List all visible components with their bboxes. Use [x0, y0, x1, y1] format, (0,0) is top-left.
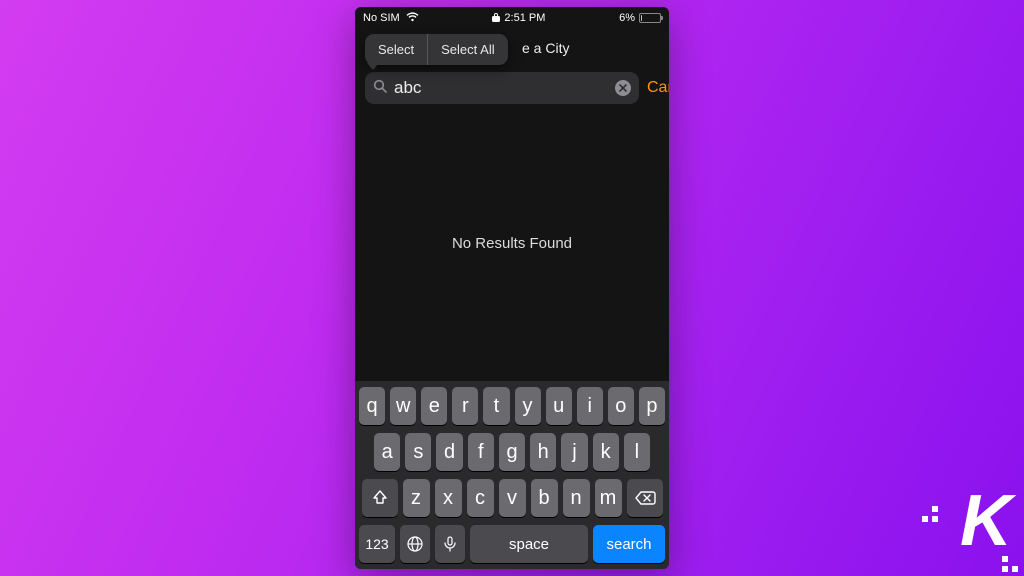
keyboard-row-bottom: 123 space search [359, 525, 665, 563]
search-row: Cancel [355, 69, 669, 107]
key-z[interactable]: z [403, 479, 430, 517]
status-bar: No SIM 2:51 PM 6% [355, 7, 669, 29]
no-results-label: No Results Found [452, 235, 572, 252]
keyboard-row-3: zxcvbnm [359, 479, 665, 517]
key-y[interactable]: y [515, 387, 541, 425]
keyboard-row-1: qwertyuiop [359, 387, 665, 425]
space-key[interactable]: space [470, 525, 588, 563]
key-e[interactable]: e [421, 387, 447, 425]
key-l[interactable]: l [624, 433, 650, 471]
cancel-button[interactable]: Cancel [647, 79, 669, 97]
backspace-key[interactable] [627, 479, 663, 517]
keyboard-row-2: asdfghjkl [359, 433, 665, 471]
key-a[interactable]: a [374, 433, 400, 471]
clear-search-icon[interactable] [615, 80, 631, 96]
site-logo: K [960, 480, 1008, 562]
key-p[interactable]: p [639, 387, 665, 425]
numbers-key[interactable]: 123 [359, 525, 395, 563]
battery-percent: 6% [619, 12, 635, 24]
key-x[interactable]: x [435, 479, 462, 517]
text-selection-popover: Select Select All [365, 34, 508, 65]
key-t[interactable]: t [483, 387, 509, 425]
dictation-key[interactable] [435, 525, 465, 563]
header: e a City Select Select All [355, 29, 669, 69]
battery-icon [639, 13, 661, 23]
key-h[interactable]: h [530, 433, 556, 471]
lock-icon [492, 12, 500, 25]
key-n[interactable]: n [563, 479, 590, 517]
search-icon [373, 79, 388, 98]
keyboard: qwertyuiop asdfghjkl zxcvbnm 123 space s… [355, 381, 669, 569]
key-v[interactable]: v [499, 479, 526, 517]
status-time: 2:51 PM [504, 12, 545, 24]
popover-tail [367, 63, 379, 70]
phone-frame: No SIM 2:51 PM 6% e a City Select Select… [355, 7, 669, 569]
key-c[interactable]: c [467, 479, 494, 517]
key-j[interactable]: j [561, 433, 587, 471]
popover-select-button[interactable]: Select [365, 34, 427, 65]
key-i[interactable]: i [577, 387, 603, 425]
results-area: No Results Found [355, 107, 669, 379]
key-u[interactable]: u [546, 387, 572, 425]
key-g[interactable]: g [499, 433, 525, 471]
search-input[interactable] [394, 78, 615, 98]
carrier-label: No SIM [363, 12, 400, 24]
key-k[interactable]: k [593, 433, 619, 471]
key-s[interactable]: s [405, 433, 431, 471]
key-o[interactable]: o [608, 387, 634, 425]
popover-select-all-button[interactable]: Select All [428, 34, 507, 65]
key-m[interactable]: m [595, 479, 622, 517]
key-f[interactable]: f [468, 433, 494, 471]
key-w[interactable]: w [390, 387, 416, 425]
key-q[interactable]: q [359, 387, 385, 425]
wifi-icon [406, 12, 419, 25]
globe-key[interactable] [400, 525, 430, 563]
key-r[interactable]: r [452, 387, 478, 425]
shift-key[interactable] [362, 479, 398, 517]
search-field[interactable] [365, 72, 639, 104]
header-title-partial: e a City [522, 40, 569, 56]
search-key[interactable]: search [593, 525, 665, 563]
key-d[interactable]: d [436, 433, 462, 471]
key-b[interactable]: b [531, 479, 558, 517]
